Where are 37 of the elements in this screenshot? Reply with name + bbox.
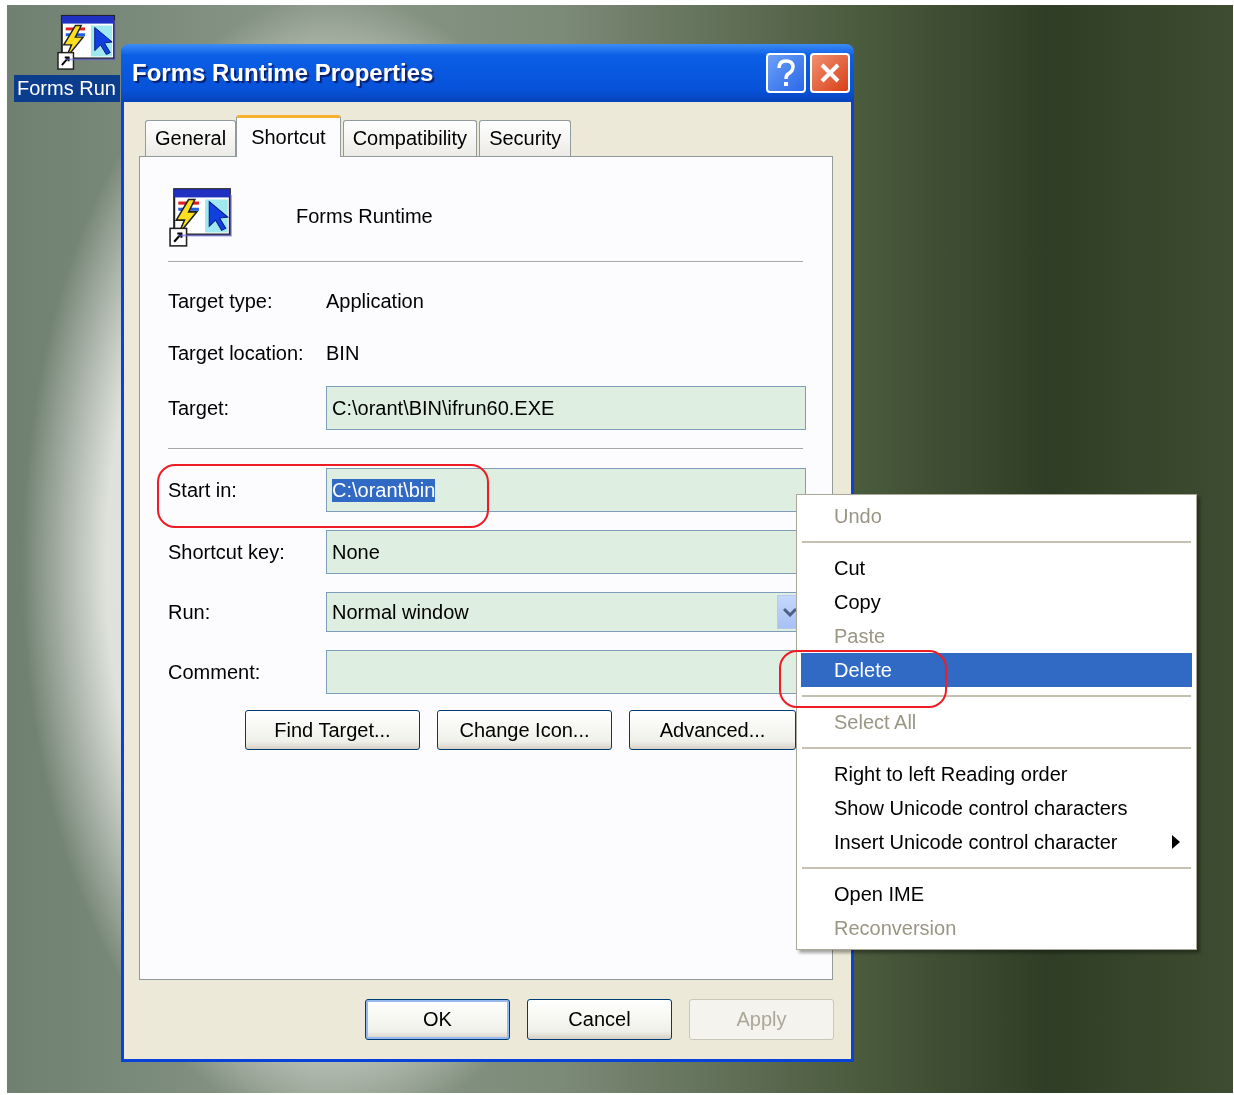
menu-item[interactable]: Open IME	[801, 877, 1192, 911]
selected-text: C:\orant\bin	[332, 478, 436, 502]
menu-item[interactable]: Right to left Reading order	[801, 757, 1192, 791]
field-label: Comment:	[168, 660, 262, 684]
desktop-icon-label[interactable]: Forms Run	[14, 75, 120, 102]
chevron-down-icon	[783, 607, 797, 617]
field-label: Target location:	[168, 341, 305, 365]
dialog-button[interactable]: OK	[365, 999, 510, 1040]
action-button[interactable]: Find Target...	[245, 710, 420, 750]
menu-item[interactable]: Delete	[801, 653, 1192, 687]
field-label: Target type:	[168, 289, 274, 313]
field-label: Start in:	[168, 478, 238, 502]
tab[interactable]: Compatibility	[342, 120, 478, 156]
tab[interactable]: General	[145, 120, 237, 156]
field-value: BIN	[326, 341, 360, 365]
shortcut-name: Forms Runtime	[296, 204, 433, 228]
field-label: Target:	[168, 396, 231, 420]
submenu-arrow-icon	[1172, 835, 1180, 849]
field-label: Run:	[168, 600, 212, 624]
action-button[interactable]: Advanced...	[629, 710, 796, 750]
shortcut-app-icon	[56, 12, 118, 71]
tab[interactable]: Shortcut	[236, 115, 341, 157]
help-button[interactable]	[766, 53, 806, 93]
field-value: Application	[326, 289, 424, 313]
menu-item[interactable]: Insert Unicode control character	[801, 825, 1192, 859]
text-field[interactable]: C:\orant\BIN\ifrun60.EXE	[326, 386, 806, 430]
dialog-button[interactable]: Cancel	[527, 999, 672, 1040]
close-button[interactable]	[810, 53, 850, 93]
close-icon	[819, 62, 841, 84]
action-button[interactable]: Change Icon...	[437, 710, 612, 750]
menu-item[interactable]: Show Unicode control characters	[801, 791, 1192, 825]
text-field[interactable]: C:\orant\bin	[326, 468, 806, 512]
dropdown-value: Normal window	[332, 600, 470, 624]
help-icon	[776, 59, 796, 87]
field-label: Shortcut key:	[168, 540, 286, 564]
window-title: Forms Runtime Properties	[132, 59, 435, 87]
tab[interactable]: Security	[479, 120, 572, 156]
